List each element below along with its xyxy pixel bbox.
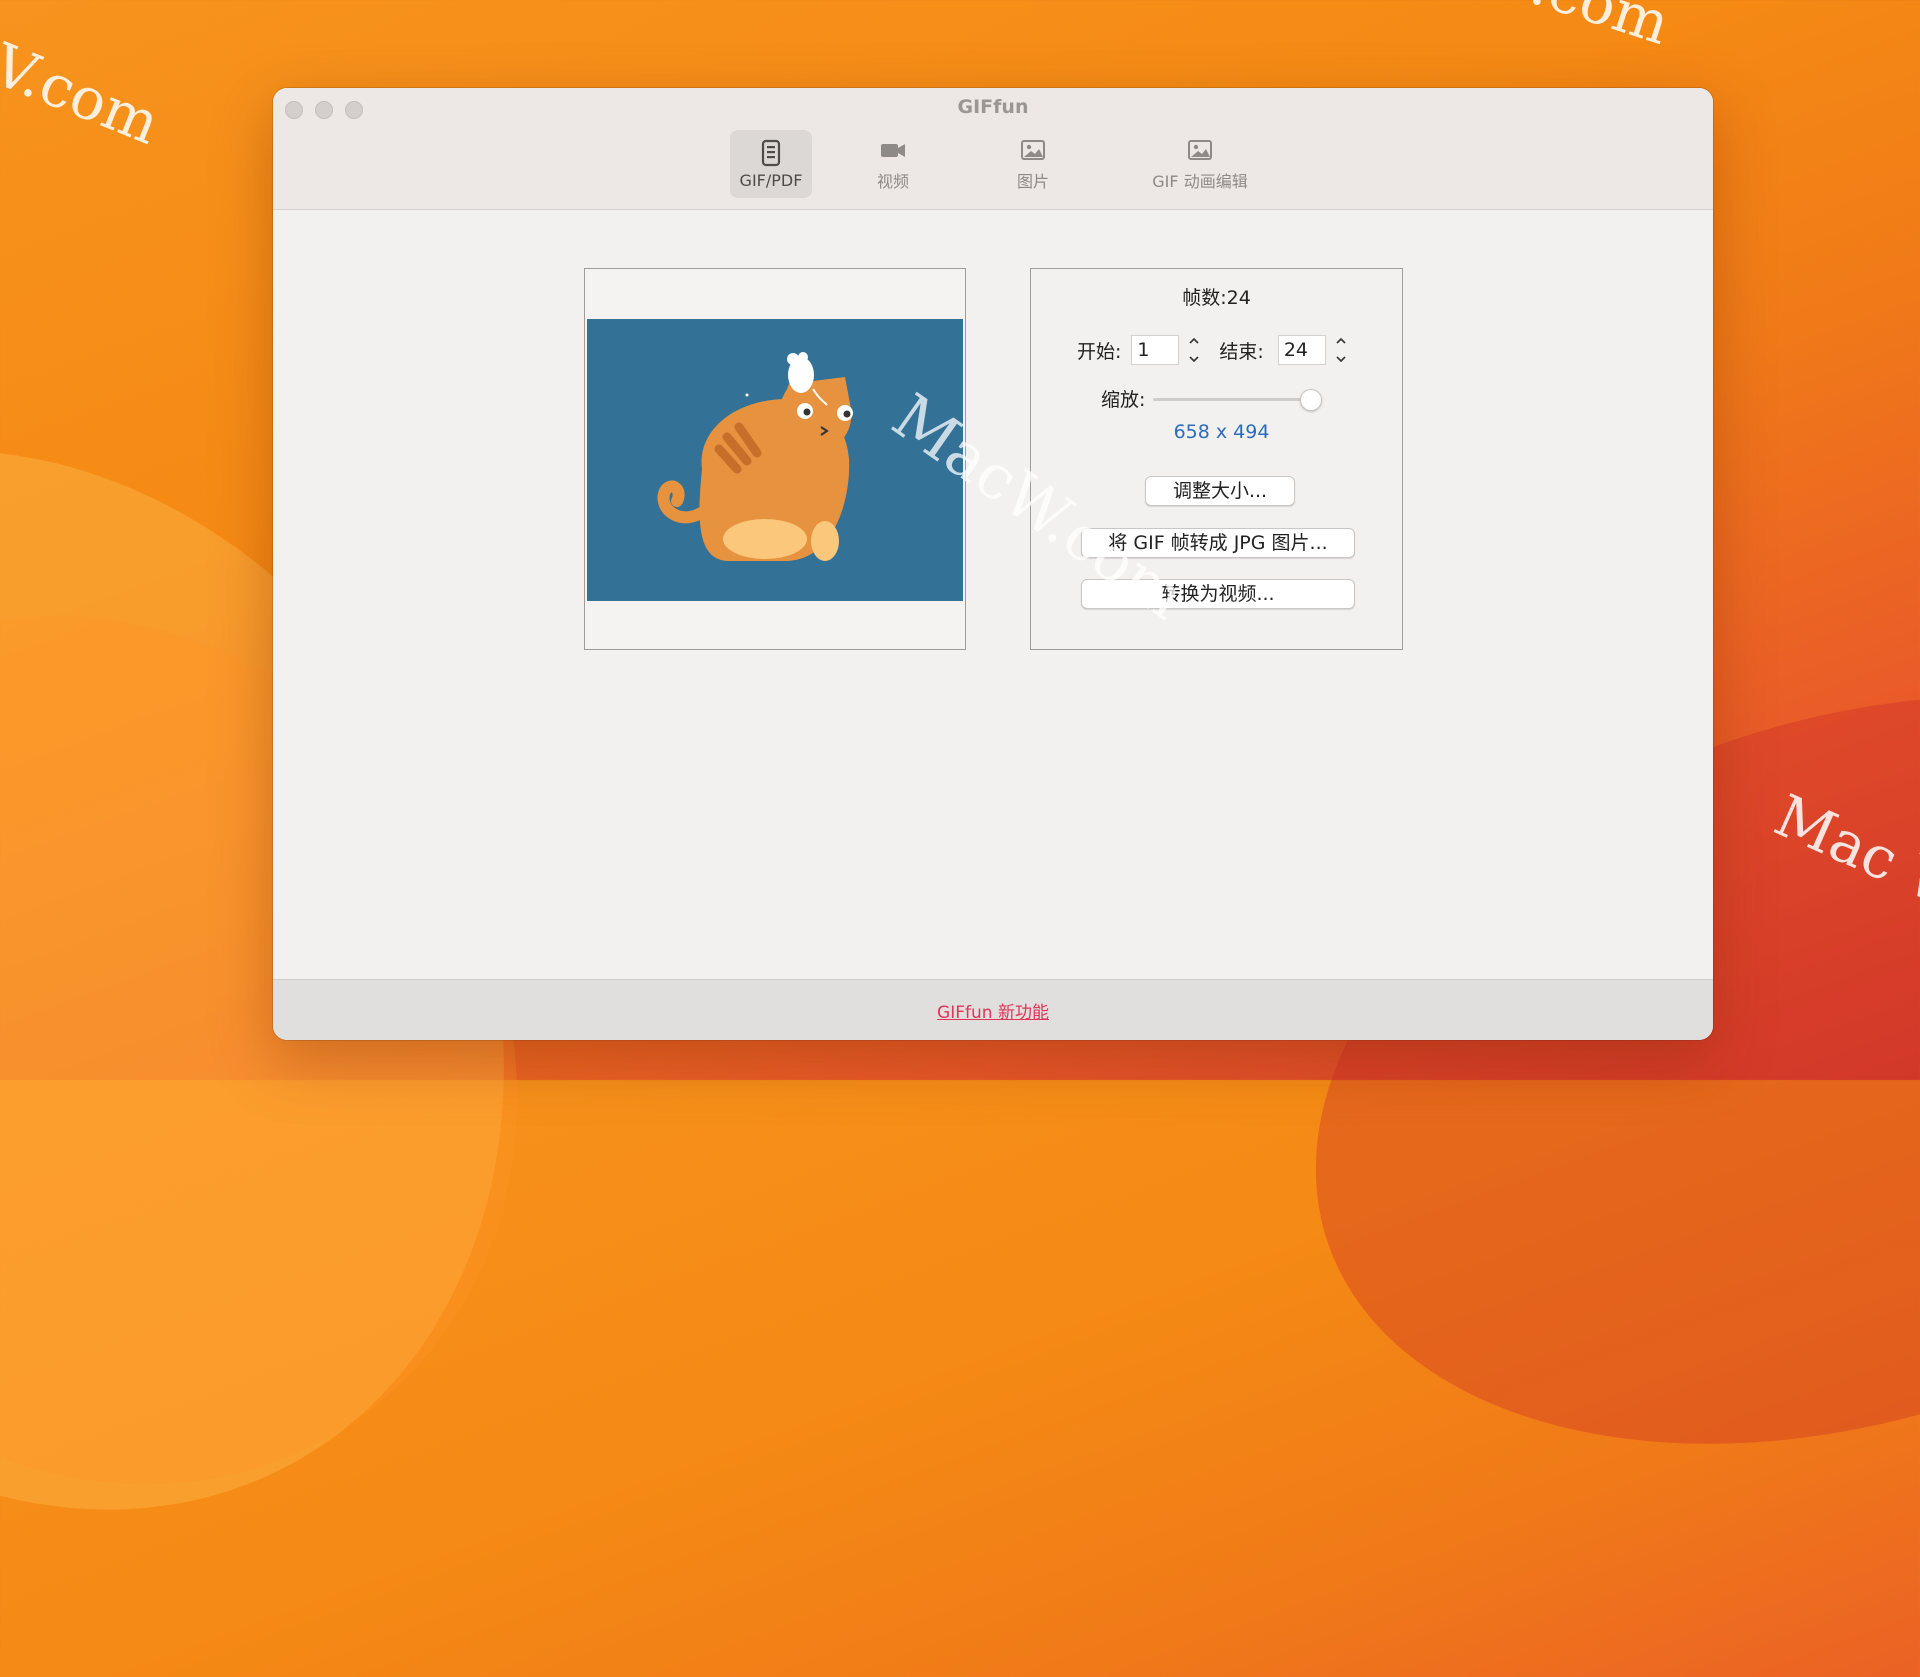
cat-illustration — [657, 352, 853, 561]
title-bar: GIFfun GIF/PDF 视频 图片 GIF 动画编辑 — [273, 88, 1713, 210]
scale-label: 缩放: — [1101, 389, 1146, 411]
start-frame-input[interactable]: 1 — [1131, 335, 1180, 365]
end-frame-stepper[interactable] — [1332, 335, 1350, 365]
video-camera-icon — [881, 144, 905, 157]
app-window: GIFfun GIF/PDF 视频 图片 GIF 动画编辑 帧数:24 开始: … — [273, 88, 1713, 1040]
footer-bar: GIFfun 新功能 — [273, 979, 1713, 1040]
slider-thumb[interactable] — [1300, 388, 1323, 411]
scale-slider[interactable] — [1153, 388, 1323, 411]
tab-label: GIF 动画编辑 — [1152, 172, 1248, 191]
watermark: .com — [1522, 0, 1678, 59]
settings-panel: 帧数:24 开始: 1 结束: 24 缩放: 658 x 494 调整大小... — [1030, 268, 1403, 650]
start-label: 开始: — [1077, 340, 1122, 363]
tab-label: 图片 — [1016, 172, 1049, 191]
output-dimensions: 658 x 494 — [1173, 421, 1270, 443]
chevron-up-icon[interactable] — [1334, 335, 1348, 347]
chevron-down-icon[interactable] — [1334, 353, 1348, 365]
watermark: V.com — [0, 30, 170, 158]
tab-image[interactable]: 图片 — [993, 130, 1073, 198]
image-icon — [1021, 140, 1045, 160]
gif-preview-image — [587, 319, 963, 601]
chevron-up-icon[interactable] — [1187, 335, 1201, 347]
chevron-down-icon[interactable] — [1187, 353, 1201, 365]
start-frame-stepper[interactable] — [1185, 335, 1203, 365]
frame-count: 帧数:24 — [1182, 287, 1251, 309]
image-edit-icon — [1188, 140, 1212, 160]
slider-track — [1153, 397, 1314, 401]
tab-video[interactable]: 视频 — [853, 130, 933, 198]
window-title: GIFfun — [957, 96, 1029, 118]
toolbar: GIF/PDF 视频 图片 GIF 动画编辑 — [273, 130, 1713, 200]
tab-label: GIF/PDF — [739, 170, 803, 190]
frame-range-row: 开始: 1 结束: 24 — [1077, 335, 1350, 365]
tab-label: 视频 — [876, 172, 909, 191]
tab-gif-pdf[interactable]: GIF/PDF — [730, 130, 812, 198]
document-icon — [761, 139, 781, 166]
scale-row: 缩放: — [1101, 385, 1323, 412]
whats-new-link[interactable]: GIFfun 新功能 — [937, 998, 1049, 1023]
end-label: 结束: — [1219, 340, 1264, 363]
resize-button[interactable]: 调整大小... — [1145, 476, 1295, 506]
tab-gif-animation-edit[interactable]: GIF 动画编辑 — [1135, 130, 1265, 198]
end-frame-input[interactable]: 24 — [1277, 335, 1326, 365]
